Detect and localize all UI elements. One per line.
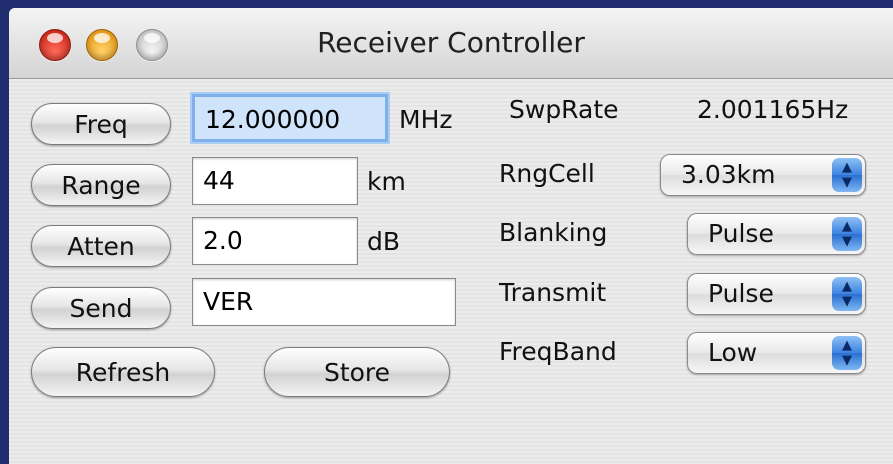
atten-button[interactable]: Atten <box>31 225 171 267</box>
freqband-popup[interactable]: Low ▲ ▼ <box>687 332 866 374</box>
blanking-label: Blanking <box>499 218 608 247</box>
rngcell-selected: 3.03km <box>681 160 776 189</box>
send-field[interactable]: VER <box>192 278 456 326</box>
window-title: Receiver Controller <box>317 26 585 59</box>
range-unit: km <box>367 167 406 196</box>
title-bar[interactable]: Receiver Controller <box>9 8 893 79</box>
atten-unit: dB <box>367 227 401 256</box>
rngcell-label: RngCell <box>499 159 595 188</box>
swprate-label: SwpRate <box>509 95 619 124</box>
refresh-button[interactable]: Refresh <box>31 347 215 397</box>
range-button[interactable]: Range <box>31 164 171 206</box>
transmit-selected: Pulse <box>708 279 774 308</box>
transmit-label: Transmit <box>499 278 607 307</box>
content-area: Freq 12.000000 MHz Range 44 km Atten 2.0… <box>9 79 893 464</box>
rngcell-popup[interactable]: 3.03km ▲ ▼ <box>660 154 866 196</box>
swprate-value: 2.001165Hz <box>697 95 849 124</box>
range-field[interactable]: 44 <box>192 157 358 205</box>
blanking-selected: Pulse <box>708 219 774 248</box>
freq-unit: MHz <box>399 105 453 134</box>
send-button[interactable]: Send <box>31 287 171 329</box>
blanking-popup[interactable]: Pulse ▲ ▼ <box>687 213 866 255</box>
freqband-label: FreqBand <box>499 337 617 366</box>
freqband-selected: Low <box>708 338 758 367</box>
transmit-popup[interactable]: Pulse ▲ ▼ <box>687 273 866 315</box>
freq-button[interactable]: Freq <box>31 103 171 145</box>
store-button[interactable]: Store <box>264 347 450 397</box>
freq-field[interactable]: 12.000000 <box>192 94 388 142</box>
up-down-arrows-icon: ▲ ▼ <box>832 277 862 311</box>
up-down-arrows-icon: ▲ ▼ <box>832 217 862 251</box>
up-down-arrows-icon: ▲ ▼ <box>832 336 862 370</box>
up-down-arrows-icon: ▲ ▼ <box>832 158 862 192</box>
receiver-controller-window: Receiver Controller Freq 12.000000 MHz R… <box>9 8 893 464</box>
atten-field[interactable]: 2.0 <box>192 217 358 265</box>
